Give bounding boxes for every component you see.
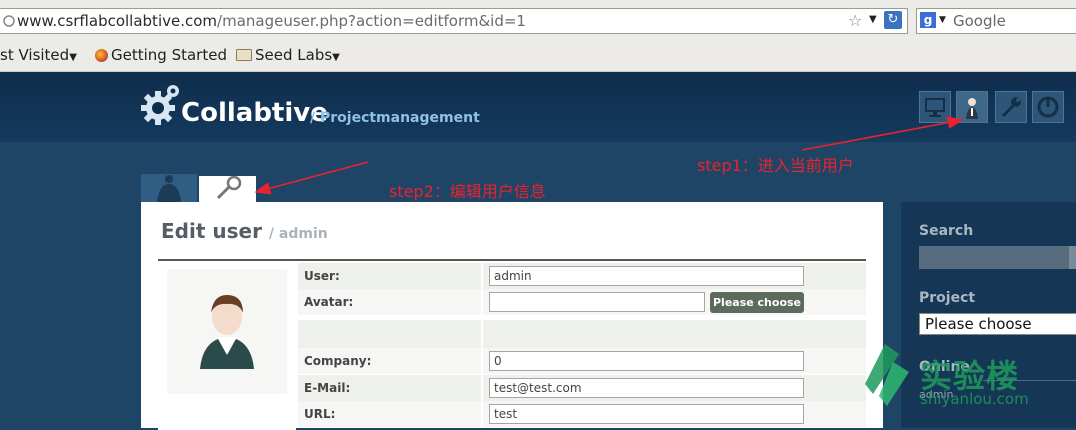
wrench-icon [1001,97,1021,118]
search-button[interactable] [1069,246,1076,269]
page-info-icon[interactable] [3,14,15,28]
bookmark-label: Seed Labs [255,46,333,64]
user-profile-button[interactable] [956,91,988,123]
settings-button[interactable] [995,91,1027,123]
edit-user-panel: Edit user / admin User: admin Avatar: Pl… [141,202,883,430]
desktop-icon [925,98,945,117]
column-divider [481,348,483,374]
project-select[interactable]: Please choose [919,313,1076,335]
shiyanlou-logo-icon [865,344,909,406]
search-engine-placeholder: Google [953,12,1006,30]
bookmark-getting-started[interactable]: Getting Started [95,46,227,64]
url-host: www.csrflabcollabtive.com [17,12,218,30]
url-label: URL: [304,407,336,421]
arrow-step2 [254,161,369,195]
app-brand[interactable]: Collabtive [181,98,328,128]
gear-logo-icon[interactable] [140,82,182,126]
email-label: E-Mail: [304,381,351,395]
column-divider [481,320,483,348]
search-engine-dropdown-icon[interactable]: ▼ [939,15,946,25]
annotation-step2: step2：编辑用户信息 [389,182,546,201]
page-title-text: Edit user [161,219,262,243]
app-brand-subtitle: / Projectmanagement [310,110,480,126]
email-field[interactable]: test@test.com [489,378,804,398]
url-text: www.csrflabcollabtive.com/manageuser.php… [17,12,526,30]
url-path: /manageuser.php?action=editform&id=1 [217,12,526,30]
firefox-icon [95,49,108,62]
search-label: Search [919,223,974,239]
app-header: Collabtive / Projectmanagement [0,72,1076,142]
tab-edit-user[interactable] [199,175,256,202]
company-label: Company: [304,354,372,368]
desktop-button[interactable] [919,91,951,123]
company-field[interactable]: 0 [489,351,804,371]
search-input[interactable] [919,246,1069,269]
user-icon [966,98,978,119]
form-row-url: URL: test [298,401,866,427]
choose-avatar-button[interactable]: Please choose [710,292,804,313]
url-field[interactable]: www.csrflabcollabtive.com/manageuser.php… [0,8,908,34]
bookmarks-bar: st Visited▼ Getting Started Seed Labs▼ [0,40,1076,72]
user-label: User: [304,269,340,283]
reload-icon[interactable]: ↻ [884,11,902,29]
user-field[interactable]: admin [489,266,804,286]
form-row-avatar: Avatar: Please choose [298,289,866,315]
bookmark-most-visited[interactable]: st Visited▼ [0,46,77,64]
column-divider [481,401,483,427]
column-divider [481,289,483,315]
avatar-cell [158,261,296,430]
form-row-user: User: admin [298,263,866,289]
browser-toolbar: www.csrflabcollabtive.com/manageuser.php… [0,0,1076,40]
page-subtitle: / admin [268,226,328,242]
search-engine-field[interactable]: g ▼ Google [916,8,1076,34]
avatar-image [200,295,254,369]
bookmark-star-icon[interactable]: ☆ [848,11,862,30]
project-label: Project [919,290,976,306]
avatar-label: Avatar: [304,295,354,309]
bookmark-label: st Visited [0,46,70,64]
url-field[interactable]: test [489,404,804,424]
avatar-file-field[interactable] [489,292,705,312]
dropdown-arrow-icon: ▼ [332,52,340,63]
user-silhouette-icon [157,175,181,202]
logout-button[interactable] [1032,91,1064,123]
bookmark-seed-labs[interactable]: Seed Labs▼ [236,46,340,64]
wrench-icon [216,175,242,200]
column-divider [481,263,483,289]
column-divider [481,375,483,401]
power-icon [1037,96,1059,118]
g-icon[interactable]: g [920,12,936,28]
user-form: User: admin Avatar: Please choose Compan… [158,259,866,430]
url-history-dropdown-icon[interactable]: ▼ [869,14,877,25]
folder-icon [236,49,252,61]
bookmark-label: Getting Started [111,46,227,64]
tab-user-profile[interactable] [141,174,197,202]
avatar [167,269,287,394]
annotation-step1: step1：进入当前用户 [697,156,854,175]
form-row-email: E-Mail: test@test.com [298,375,866,401]
page-title: Edit user / admin [161,219,328,243]
watermark-url: shiyanlou.com [920,390,1029,408]
form-row-spacer [298,320,866,348]
form-row-company: Company: 0 [298,348,866,374]
dropdown-arrow-icon: ▼ [69,52,77,63]
